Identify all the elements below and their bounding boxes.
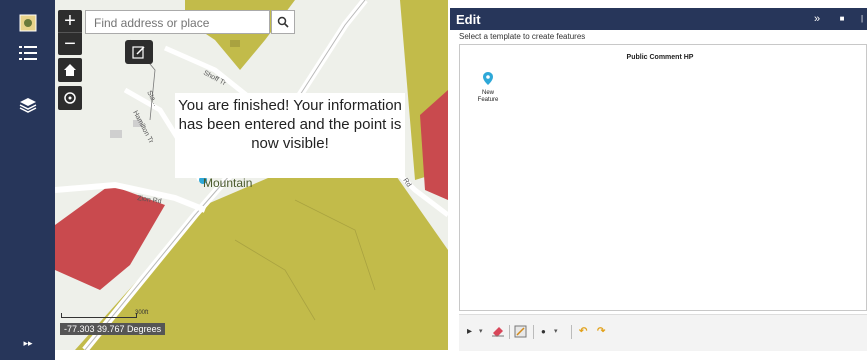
vertex-tool-icon[interactable]: ●: [541, 325, 546, 339]
app-logo-icon[interactable]: [15, 10, 41, 36]
scale-bar: [61, 313, 137, 318]
search-icon: [277, 16, 289, 28]
layer-name: Public Comment HP: [626, 54, 694, 61]
home-button[interactable]: [58, 58, 82, 82]
close-panel-icon[interactable]: |: [855, 12, 867, 26]
toolbar-divider: [509, 325, 510, 339]
map-view[interactable]: Shoff Tr Hamilton Tr Zion Rd Sta... Rd +…: [55, 0, 448, 350]
vertex-dropdown-icon[interactable]: ▾: [554, 325, 558, 339]
search-box: [85, 10, 270, 34]
zoom-control: + −: [58, 10, 82, 55]
toolbar-divider: [533, 325, 534, 339]
maximize-panel-button[interactable]: ■: [835, 12, 849, 26]
zoom-out-button[interactable]: −: [58, 33, 82, 55]
zoom-in-button[interactable]: +: [58, 10, 82, 32]
edit-icon: [132, 46, 145, 59]
completion-message: You are finished! Your information has b…: [175, 93, 405, 178]
map-pin-icon: [483, 72, 493, 85]
locate-button[interactable]: [58, 86, 82, 110]
coordinate-readout: -77.303 39.767 Degrees: [60, 323, 166, 335]
template-label-line1: New: [481, 90, 494, 96]
expand-sidebar-icon[interactable]: ▸▸: [15, 330, 41, 356]
locate-icon: [64, 92, 76, 104]
search-button[interactable]: [271, 10, 295, 34]
redo-icon[interactable]: ↷: [597, 325, 605, 339]
scale-label: 300ft: [135, 310, 149, 316]
attributes-icon[interactable]: [514, 325, 527, 339]
collapse-panel-button[interactable]: »: [810, 12, 824, 26]
place-label: Mountain: [203, 176, 253, 190]
edit-widget-button[interactable]: [125, 40, 153, 64]
search-input[interactable]: [92, 12, 246, 34]
home-icon: [64, 64, 76, 76]
select-dropdown-icon[interactable]: ▾: [479, 325, 483, 339]
toolbar-divider: [571, 325, 572, 339]
edit-panel: Edit » ■ | Select a template to create f…: [450, 8, 867, 354]
new-feature-template[interactable]: New Feature: [468, 72, 508, 104]
template-label-line2: Feature: [477, 97, 499, 103]
layer-list-icon[interactable]: [15, 40, 41, 66]
edit-panel-header: Edit » ■ |: [450, 8, 867, 30]
undo-icon[interactable]: ↶: [579, 325, 587, 339]
edit-toolbar: ▸ ▾ ● ▾ ↶ ↷: [459, 314, 867, 351]
select-tool-icon[interactable]: ▸: [467, 325, 472, 339]
basemap-layers-icon[interactable]: [15, 92, 41, 118]
app-sidebar: ▸▸: [0, 0, 55, 360]
template-picker: Public Comment HP New Feature: [459, 44, 867, 311]
edit-panel-title: Edit: [456, 12, 481, 27]
template-instruction: Select a template to create features: [459, 32, 586, 41]
eraser-icon[interactable]: [491, 325, 505, 339]
